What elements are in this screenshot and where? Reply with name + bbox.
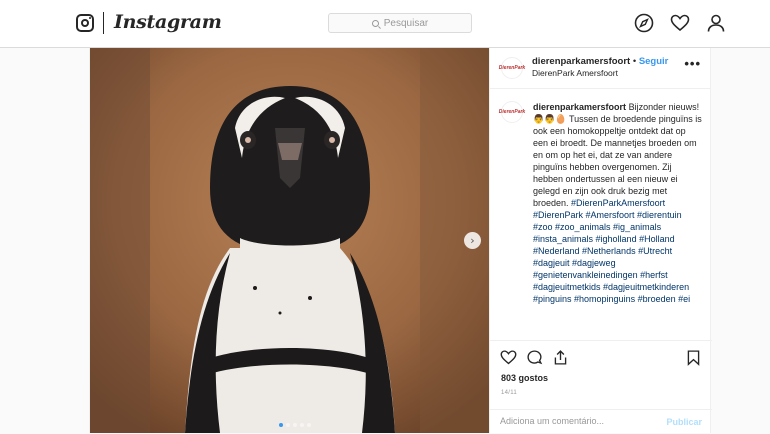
publish-button[interactable]: Publicar (666, 417, 702, 427)
comment-icon[interactable] (526, 349, 543, 366)
search-icon (371, 19, 379, 27)
post-date[interactable]: 14/11 (501, 390, 517, 396)
comment-input[interactable] (500, 416, 650, 426)
caption-hashtags[interactable]: #DierenParkAmersfoort #DierenPark #Amers… (533, 198, 690, 304)
more-options-icon[interactable]: ••• (684, 56, 701, 71)
instagram-wordmark[interactable]: Instagram (114, 11, 222, 33)
caption-username[interactable]: dierenparkamersfoort (533, 102, 626, 112)
post-caption: DierenPark dierenparkamersfoort Bijzonde… (490, 89, 712, 338)
share-icon[interactable] (552, 349, 569, 366)
post-sidebar: DierenPark dierenparkamersfoort • Seguir… (489, 48, 712, 433)
search-placeholder: Pesquisar (383, 17, 429, 29)
avatar-logo-text: DierenPark (498, 65, 526, 71)
top-navigation-bar: Instagram Pesquisar (0, 0, 770, 48)
post-header: DierenPark dierenparkamersfoort • Seguir… (490, 48, 711, 89)
carousel-indicator (279, 423, 311, 427)
save-bookmark-icon[interactable] (685, 349, 702, 366)
caption-avatar[interactable]: DierenPark (498, 101, 526, 123)
carousel-dot (300, 423, 304, 427)
follow-button[interactable]: Seguir (639, 56, 669, 67)
instagram-glyph-icon[interactable] (76, 14, 94, 32)
separator: • (632, 56, 637, 67)
location-link[interactable]: DierenPark Amersfoort (532, 68, 618, 78)
post-card: › DierenPark dierenparkamersfoort • Segu… (89, 48, 712, 433)
profile-icon[interactable] (706, 13, 726, 33)
search-input[interactable]: Pesquisar (328, 13, 472, 33)
post-photo-penguin[interactable]: › (90, 48, 489, 433)
explore-compass-icon[interactable] (634, 13, 654, 33)
likes-count[interactable]: 803 gostos (501, 373, 548, 383)
like-heart-icon[interactable] (500, 349, 517, 366)
username-link[interactable]: dierenparkamersfoort (532, 56, 630, 67)
carousel-dot (279, 423, 283, 427)
carousel-dot (286, 423, 290, 427)
avatar-logo-text: DierenPark (498, 109, 526, 115)
carousel-dot (307, 423, 311, 427)
post-actions: 803 gostos 14/11 Publicar (490, 340, 712, 433)
penguin-image (90, 48, 489, 433)
comment-form: Publicar (490, 409, 712, 434)
carousel-next-button[interactable]: › (464, 232, 481, 249)
activity-heart-icon[interactable] (670, 13, 690, 33)
logo-divider (103, 12, 104, 34)
chevron-right-icon: › (470, 234, 475, 247)
caption-text: Bijzonder nieuws! 👨‍👨‍🥚 Tussen de broede… (533, 102, 702, 208)
carousel-dot (293, 423, 297, 427)
avatar[interactable]: DierenPark (498, 57, 526, 79)
post-author-line: dierenparkamersfoort • Seguir (532, 56, 668, 67)
